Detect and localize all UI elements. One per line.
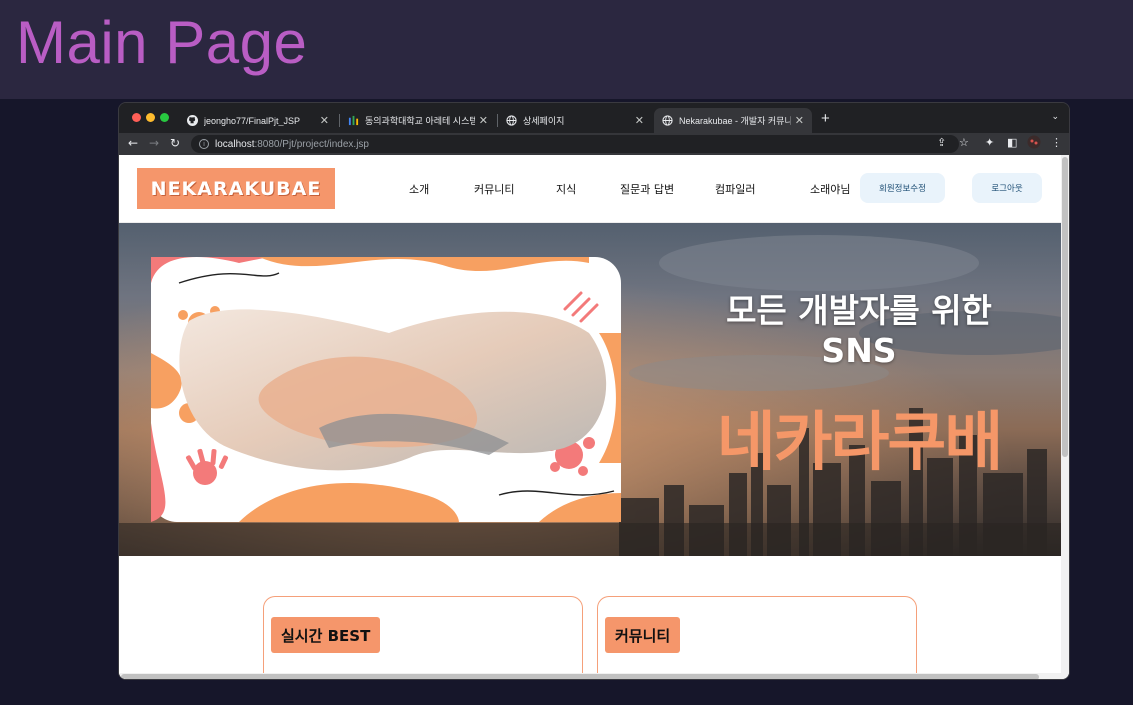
edit-profile-button[interactable]: 회원정보수정 [860,173,945,203]
slide-header: Main Page [0,0,1133,99]
slide-title: Main Page [16,9,308,76]
horizontal-scrollbar[interactable] [119,673,1061,679]
vertical-scrollbar[interactable] [1061,155,1069,679]
address-bar[interactable]: i localhost:8080/Pjt/project/index.jsp [191,135,959,153]
best-card-label: 실시간 BEST [271,617,381,653]
site-logo[interactable]: NEKARAKUBAE [137,168,335,209]
globe-icon [662,115,673,126]
logo-text: NEKARAKUBAE [150,177,322,200]
community-card: 커뮤니티 [597,596,917,679]
hero-banner: 모든 개발자를 위한 SNS 네카라쿠배 [119,223,1061,556]
forward-arrow-icon[interactable]: → [149,136,159,150]
url-host: localhost [215,138,255,150]
nav-item-compiler[interactable]: 컴파일러 [715,181,755,197]
tab-bar: jeongho77/FinalPjt_JSP ✕ 동의과학대학교 아레테 시스템… [119,103,1069,133]
vertical-scroll-thumb[interactable] [1062,157,1068,457]
globe-icon [506,115,517,126]
logout-button[interactable]: 로그아웃 [972,173,1042,203]
chevron-down-icon[interactable]: ⌄ [1051,112,1059,122]
hero-headline: 모든 개발자를 위한 SNS [679,291,1039,371]
sidebar-icon[interactable]: ◧ [1007,136,1017,149]
tab-title: 상세페이지 [523,116,565,126]
nav-item-qna[interactable]: 질문과 답변 [620,181,674,197]
tab-close-icon[interactable]: ✕ [635,114,644,127]
share-icon[interactable]: ⇪ [937,136,946,149]
tab-close-icon[interactable]: ✕ [795,114,804,127]
hero-headline-line1: 모든 개발자를 위한 [726,291,992,330]
nav-item-community[interactable]: 커뮤니티 [474,181,514,197]
kebab-menu-icon[interactable]: ⋮ [1051,136,1062,149]
window-zoom-button[interactable] [160,113,169,122]
nav-item-knowledge[interactable]: 지식 [556,181,576,197]
university-icon [348,115,359,126]
back-arrow-icon[interactable]: ← [128,136,138,150]
tab-detail-page[interactable]: 상세페이지 ✕ [498,108,652,133]
profile-avatar-icon[interactable] [1027,135,1041,152]
tab-title: Nekarakubae - 개발자 커뮤니티 [679,116,791,126]
tab-title: 동의과학대학교 아레테 시스템 [365,116,475,126]
horizontal-scroll-thumb[interactable] [121,674,1039,679]
window-close-button[interactable] [132,113,141,122]
star-icon[interactable]: ☆ [959,136,969,149]
community-card-label: 커뮤니티 [605,617,681,653]
tab-close-icon[interactable]: ✕ [320,114,329,127]
site-info-icon[interactable]: i [199,139,209,149]
tab-title: jeongho77/FinalPjt_JSP [204,115,301,126]
new-tab-button[interactable]: + [821,110,830,127]
hero-background [119,223,1061,556]
nav-item-intro[interactable]: 소개 [409,181,429,197]
tab-close-icon[interactable]: ✕ [479,114,488,127]
content-area: 실시간 BEST 커뮤니티 [119,556,1061,679]
hero-headline-line2: SNS [821,331,897,370]
github-icon [187,115,198,126]
url-path: :8080/Pjt/project/index.jsp [254,138,369,150]
tab-github[interactable]: jeongho77/FinalPjt_JSP ✕ [179,108,337,133]
browser-window: jeongho77/FinalPjt_JSP ✕ 동의과학대학교 아레테 시스템… [118,102,1070,680]
tab-nekarakubae[interactable]: Nekarakubae - 개발자 커뮤니티 ✕ [654,108,812,133]
user-name: 소래야님 [810,183,851,196]
window-minimize-button[interactable] [146,113,155,122]
reload-icon[interactable]: ↻ [170,136,180,150]
site-header: NEKARAKUBAE 소개 커뮤니티 지식 질문과 답변 컴파일러 소래야님 … [119,155,1061,223]
best-card: 실시간 BEST [263,596,583,679]
hero-brand: 네카라쿠배 [716,406,1003,480]
page-viewport: NEKARAKUBAE 소개 커뮤니티 지식 질문과 답변 컴파일러 소래야님 … [119,155,1069,679]
browser-toolbar: ← → ↻ i localhost:8080/Pjt/project/index… [119,133,1069,155]
extensions-icon[interactable]: ✦ [985,136,994,149]
tab-university[interactable]: 동의과학대학교 아레테 시스템 ✕ [340,108,496,133]
